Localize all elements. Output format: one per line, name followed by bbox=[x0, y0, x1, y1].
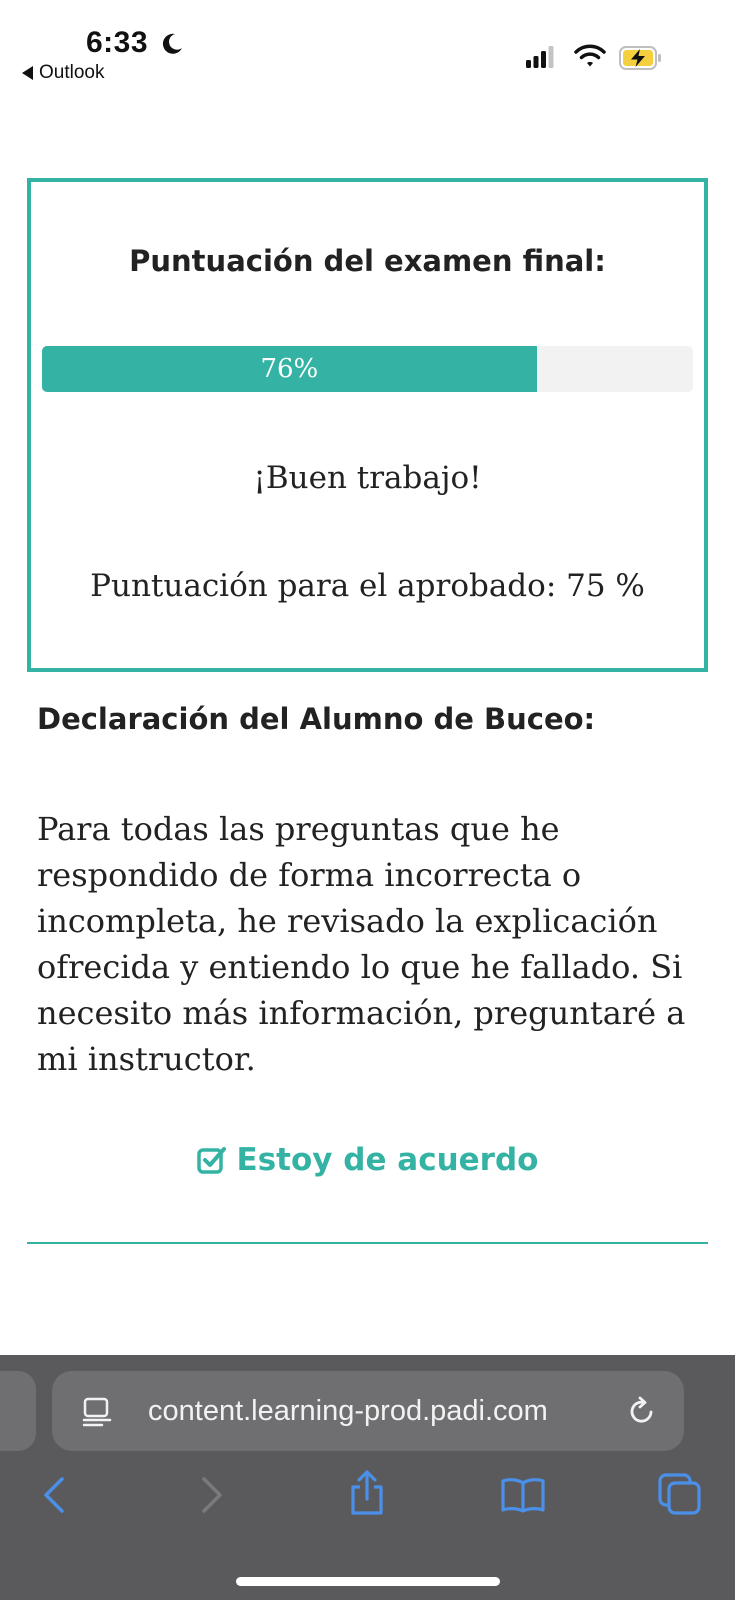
battery-charging-icon bbox=[619, 46, 661, 70]
screen: 6:33 Outlook Puntuación del examen final… bbox=[0, 0, 735, 1600]
url-text: content.learning-prod.padi.com bbox=[148, 1394, 548, 1427]
bookmarks-icon[interactable] bbox=[500, 1477, 546, 1513]
declaration-body: Para todas las preguntas que he respondi… bbox=[37, 810, 686, 1078]
passing-score-text: Puntuación para el aprobado: 75 % bbox=[90, 568, 645, 604]
reload-icon[interactable] bbox=[626, 1395, 658, 1427]
agree-button[interactable]: Estoy de acuerdo bbox=[0, 1142, 735, 1178]
back-app-label: Outlook bbox=[39, 62, 105, 83]
back-arrow-icon[interactable] bbox=[40, 1475, 70, 1515]
status-bar: 6:33 Outlook bbox=[0, 0, 735, 100]
result-message: ¡Buen trabajo! bbox=[253, 460, 482, 496]
agree-label: Estoy de acuerdo bbox=[236, 1142, 539, 1178]
score-progress-label: 76% bbox=[260, 354, 319, 384]
checkbox-checked-icon bbox=[196, 1147, 226, 1174]
address-bar[interactable]: content.learning-prod.padi.com bbox=[52, 1371, 684, 1451]
section-divider bbox=[27, 1242, 708, 1244]
exam-score-card: Puntuación del examen final: 76% ¡Buen t… bbox=[27, 178, 708, 672]
home-indicator[interactable] bbox=[236, 1577, 500, 1586]
score-progress-bar: 76% bbox=[42, 346, 693, 392]
forward-arrow-icon bbox=[202, 1477, 222, 1513]
share-icon[interactable] bbox=[348, 1469, 386, 1517]
page-menu-icon[interactable] bbox=[82, 1397, 112, 1427]
back-triangle-icon bbox=[22, 66, 33, 80]
previous-tab-preview[interactable] bbox=[0, 1371, 36, 1451]
cellular-signal-icon bbox=[526, 46, 554, 68]
wifi-icon bbox=[574, 44, 606, 67]
score-title: Puntuación del examen final: bbox=[129, 244, 606, 278]
moon-icon bbox=[162, 33, 182, 54]
status-time: 6:33 bbox=[86, 26, 149, 59]
tabs-icon[interactable] bbox=[658, 1473, 702, 1515]
browser-bottom-bar: content.learning-prod.padi.com bbox=[0, 1355, 735, 1600]
back-to-app-link[interactable]: Outlook bbox=[22, 62, 104, 84]
declaration-title: Declaración del Alumno de Buceo: bbox=[37, 702, 596, 736]
